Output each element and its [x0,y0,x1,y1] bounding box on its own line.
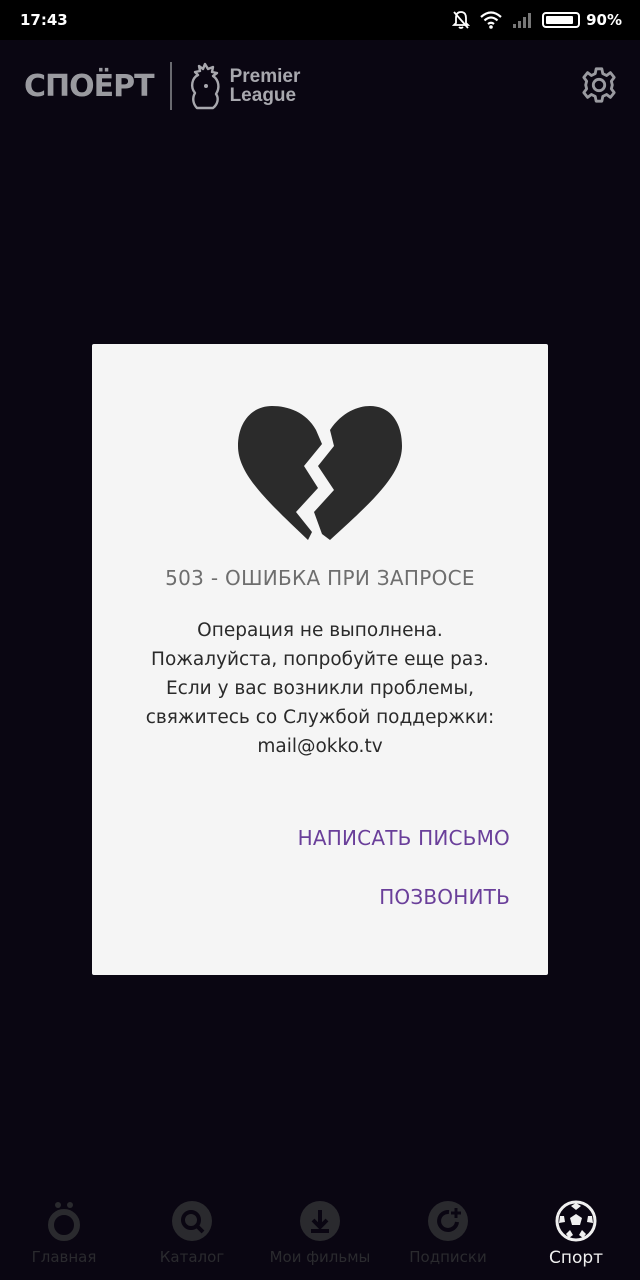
error-title: 503 - ОШИБКА ПРИ ЗАПРОСЕ [165,566,475,590]
status-icons: 90% [452,10,622,30]
message-line: свяжитесь со Службой поддержки: [145,707,495,728]
support-email: mail@okko.tv [257,736,383,757]
cellular-signal-icon [513,13,532,28]
write-email-button[interactable]: НАПИСАТЬ ПИСЬМО [298,826,510,850]
nav-label: Подписки [409,1248,487,1266]
logo-divider [169,62,172,110]
nav-label: Главная [31,1248,97,1266]
message-line: Пожалуйста, попробуйте еще раз. [151,649,489,670]
nav-item-my-films[interactable]: Мои фильмы [256,1190,384,1280]
app-header: СПОЁРТ Premier League [0,40,640,132]
nav-item-subscriptions[interactable]: Подписки [384,1190,512,1280]
nav-item-catalog[interactable]: Каталог [128,1190,256,1280]
wifi-icon [480,11,502,29]
status-time: 17:43 [20,11,68,29]
message-line: Если у вас возникли проблемы, [165,678,474,699]
nav-label: Спорт [548,1248,604,1268]
battery-percent: 90% [586,11,622,29]
error-message: Операция не выполнена. Пожалуйста, попро… [110,616,530,761]
premier-league-logo: Premier League [186,62,301,110]
bottom-nav: Главная Каталог Мои фильмы Подписки Спор… [0,1190,640,1280]
league-line-1: Premier [229,66,301,87]
catalog-search-icon [172,1201,212,1241]
broken-heart-icon [238,406,402,540]
nav-item-home[interactable]: Главная [0,1190,128,1280]
battery-icon [542,12,581,28]
notifications-off-icon [452,11,471,29]
gear-icon[interactable] [580,66,618,104]
premier-league-lion-icon [190,62,220,110]
league-line-2: League [229,85,297,106]
nav-label: Мои фильмы [269,1248,371,1266]
soccer-ball-icon [555,1200,597,1242]
call-button[interactable]: ПОЗВОНИТЬ [379,885,510,909]
nav-item-sport[interactable]: Спорт [512,1190,640,1280]
home-icon [48,1202,80,1241]
download-icon [300,1201,340,1241]
subscriptions-icon [428,1201,468,1241]
message-line: Операция не выполнена. [197,620,443,641]
sport-logo: СПОЁРТ [24,68,155,104]
battery-indicator: 90% [542,11,622,29]
status-bar: 17:43 90% [0,0,640,40]
battery-fill [546,16,574,24]
premier-league-text: Premier League [230,67,301,105]
nav-label: Каталог [159,1248,225,1266]
error-dialog: 503 - ОШИБКА ПРИ ЗАПРОСЕ Операция не вып… [92,344,548,975]
